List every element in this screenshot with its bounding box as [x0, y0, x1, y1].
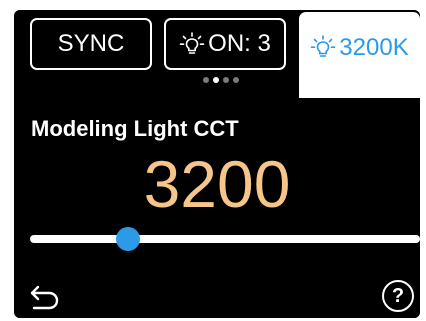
help-button[interactable]: ? [382, 280, 414, 312]
page-dot [203, 77, 209, 83]
back-button[interactable] [28, 282, 62, 312]
slider-thumb[interactable] [115, 227, 140, 251]
tab-on-label: ON: 3 [208, 30, 271, 57]
page-dot [233, 77, 239, 83]
page-indicator [203, 77, 239, 83]
tab-bar: SYNC ON: 3 3200K [14, 10, 420, 102]
lightbulb-icon [310, 34, 336, 60]
tab-cct-label: 3200K [339, 34, 409, 61]
cct-value: 3200 [143, 147, 291, 221]
lightbulb-icon [179, 31, 205, 57]
device-screen: SYNC ON: 3 3200K Modeling Light CCT 3200… [14, 10, 420, 318]
page-dot [223, 77, 229, 83]
help-icon: ? [391, 284, 405, 307]
slider-track[interactable] [30, 235, 420, 243]
page-dot [213, 77, 219, 83]
back-arrow-icon [30, 285, 59, 310]
cct-slider[interactable] [30, 227, 420, 251]
page-title: Modeling Light CCT [31, 116, 239, 141]
main-panel: Modeling Light CCT 3200 ? [14, 98, 420, 318]
tab-on[interactable]: ON: 3 [164, 18, 286, 70]
tab-cct[interactable]: 3200K [299, 12, 420, 102]
tab-sync[interactable]: SYNC [30, 18, 152, 70]
tab-sync-label: SYNC [57, 30, 125, 57]
